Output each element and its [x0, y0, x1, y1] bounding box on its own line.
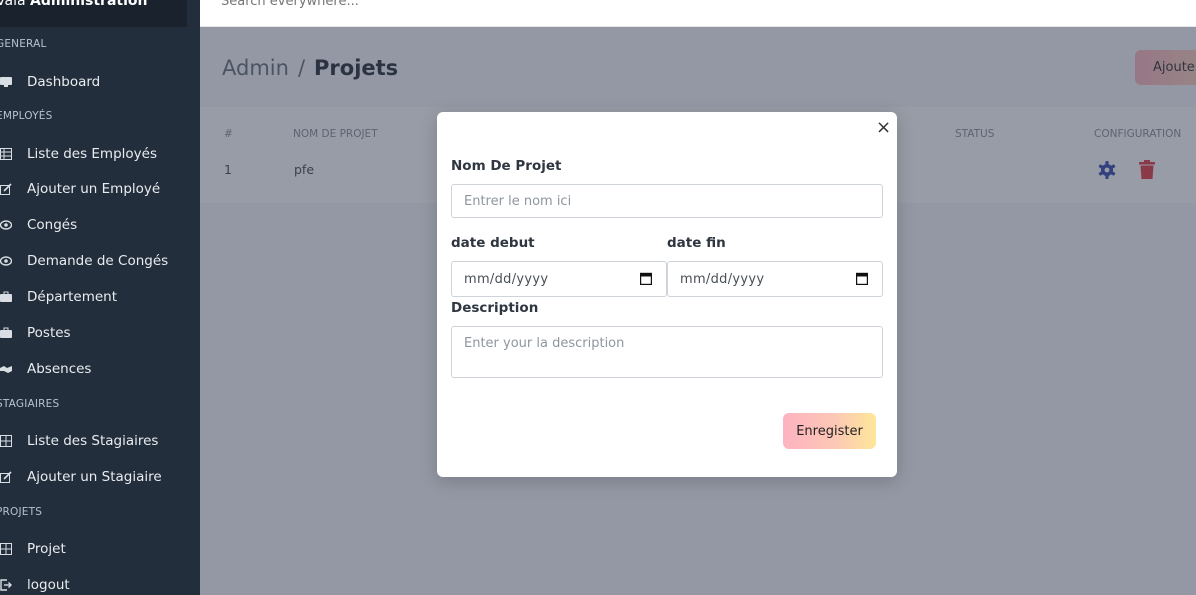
edit-icon — [0, 183, 12, 195]
sidebar-item-demande-conges[interactable]: Demande de Congés — [0, 250, 200, 272]
project-name-label: Nom De Projet — [451, 158, 562, 174]
eye-icon — [0, 255, 12, 267]
section-projets: PROJETS — [0, 506, 43, 518]
description-textarea[interactable] — [451, 326, 883, 378]
sidebar-item-label: Congés — [27, 217, 78, 233]
sidebar-item-label: Postes — [27, 325, 71, 341]
sidebar-item-liste-stagiaires[interactable]: Liste des Stagiaires — [0, 430, 200, 452]
brand-name: Administration — [30, 0, 148, 9]
save-button[interactable]: Enregister — [783, 413, 876, 449]
section-employes: EMPLOYÉS — [0, 110, 53, 122]
search-input[interactable] — [221, 0, 521, 9]
start-date-label: date debut — [451, 235, 535, 251]
table-icon — [0, 148, 12, 160]
sidebar: Vala Administration GENERAL Dashboard EM… — [0, 0, 200, 595]
end-date-value: mm/dd/yyyy — [680, 272, 765, 287]
sidebar-item-ajouter-employe[interactable]: Ajouter un Employé — [0, 178, 200, 200]
sidebar-item-label: Liste des Stagiaires — [27, 433, 159, 449]
sidebar-item-label: Département — [27, 289, 117, 305]
start-date-value: mm/dd/yyyy — [464, 272, 549, 287]
section-general: GENERAL — [0, 38, 47, 50]
sidebar-item-label: Absences — [27, 361, 92, 377]
briefcase-icon — [0, 291, 12, 303]
sidebar-item-label: Ajouter un Employé — [27, 181, 161, 197]
brand-bar: Vala Administration — [0, 0, 187, 27]
sidebar-item-label: Dashboard — [27, 74, 101, 90]
sidebar-item-label: Ajouter un Stagiaire — [27, 469, 162, 485]
eye-icon — [0, 219, 12, 231]
sidebar-item-label: Projet — [27, 541, 66, 557]
handshake-icon — [0, 363, 12, 375]
edit-icon — [0, 471, 12, 483]
start-date-input[interactable]: mm/dd/yyyy — [451, 261, 667, 297]
sidebar-item-departement[interactable]: Département — [0, 286, 200, 308]
calendar-icon[interactable] — [855, 272, 869, 286]
sidebar-item-postes[interactable]: Postes — [0, 322, 200, 344]
add-project-modal: × Nom De Projet date debut mm/dd/yyyy da… — [437, 112, 897, 477]
sidebar-item-label: logout — [27, 577, 70, 593]
end-date-input[interactable]: mm/dd/yyyy — [667, 261, 883, 297]
table-icon — [0, 435, 12, 447]
topbar — [200, 0, 1196, 27]
close-icon[interactable]: × — [876, 117, 891, 138]
briefcase-icon — [0, 327, 12, 339]
description-label: Description — [451, 300, 539, 316]
sidebar-item-dashboard[interactable]: Dashboard — [0, 71, 200, 93]
table-icon — [0, 543, 12, 555]
sidebar-item-label: Liste des Employés — [27, 146, 157, 162]
calendar-icon[interactable] — [639, 272, 653, 286]
sidebar-item-conges[interactable]: Congés — [0, 214, 200, 236]
logout-icon — [0, 579, 12, 591]
brand-logo-text[interactable]: Vala Administration — [0, 0, 147, 9]
sidebar-item-liste-employes[interactable]: Liste des Employés — [0, 143, 200, 165]
sidebar-item-ajouter-stagiaire[interactable]: Ajouter un Stagiaire — [0, 466, 200, 488]
sidebar-item-absences[interactable]: Absences — [0, 358, 200, 380]
brand-prefix: Vala — [0, 0, 26, 9]
sidebar-item-label: Demande de Congés — [27, 253, 169, 269]
end-date-label: date fin — [667, 235, 726, 251]
section-stagiaires: STAGIAIRES — [0, 398, 60, 410]
project-name-input[interactable] — [451, 184, 883, 218]
sidebar-item-logout[interactable]: logout — [0, 574, 200, 595]
sidebar-item-projet[interactable]: Projet — [0, 538, 200, 560]
monitor-icon — [0, 76, 12, 88]
